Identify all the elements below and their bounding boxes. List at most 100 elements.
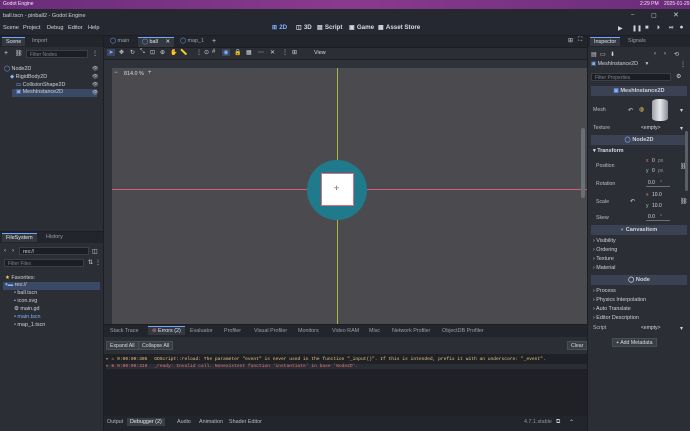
clear-button[interactable]: Clear: [567, 341, 588, 350]
revert-icon[interactable]: ↶: [628, 107, 633, 114]
copy-icon[interactable]: ⧉: [556, 419, 560, 426]
chevron-down-icon[interactable]: ▾: [680, 325, 683, 332]
tab-evaluator[interactable]: Evaluator: [186, 327, 217, 336]
section-auto-translate[interactable]: › Auto Translate: [593, 306, 631, 312]
tab-audio[interactable]: Audio: [177, 419, 191, 425]
fs-file-map1[interactable]: ▫ map_1.tscn: [14, 322, 45, 328]
tab-filesystem[interactable]: FileSystem: [2, 233, 37, 242]
position-y-value[interactable]: 0: [652, 168, 655, 174]
scene-tab-ball[interactable]: ◯ ball ✕: [138, 37, 174, 47]
play-scene-icon[interactable]: ⏵: [657, 25, 660, 32]
error-row[interactable]: ▸ ⚠ 0:00:00:305 GDScript::reload: The pa…: [106, 357, 546, 362]
menu-debug[interactable]: Debug: [47, 25, 63, 31]
move-tool-icon[interactable]: ✥: [119, 49, 124, 56]
tab-scene[interactable]: Scene: [2, 37, 26, 46]
object-menu-icon[interactable]: ⋮: [680, 61, 686, 68]
link-icon[interactable]: ⛓: [680, 198, 688, 205]
scale-tool-icon[interactable]: ⤡: [140, 49, 145, 56]
history-back-icon[interactable]: ‹: [654, 51, 656, 57]
smart-snap-icon[interactable]: ⊙: [204, 49, 209, 56]
tab-objectdb-profiler[interactable]: ObjectDB Profiler: [438, 327, 488, 336]
select-tool-icon[interactable]: ➤: [107, 49, 115, 56]
section-texture[interactable]: › Texture: [593, 256, 614, 262]
fs-file-main-gd[interactable]: ⚙ main.gd: [14, 306, 40, 312]
canvas-viewport[interactable]: − 814.0 % + ✛: [104, 60, 587, 324]
new-resource-icon[interactable]: ▤: [591, 51, 597, 58]
taskbar-app-label[interactable]: Godot Engine: [3, 1, 34, 7]
distraction-free-icon[interactable]: ⛶: [578, 37, 582, 44]
zoom-in-icon[interactable]: +: [148, 70, 152, 76]
fs-favorites[interactable]: ★ Favorites:: [5, 275, 35, 281]
filesystem-options-icon[interactable]: ⋮: [95, 259, 101, 266]
add-node-icon[interactable]: +: [4, 50, 8, 57]
mesh-cylinder-preview[interactable]: [652, 99, 668, 121]
mode-script-button[interactable]: ▤ Script: [317, 24, 342, 31]
position-x-value[interactable]: 0: [652, 158, 655, 164]
tab-animation[interactable]: Animation: [199, 419, 223, 425]
scene-tab-map1[interactable]: ◯ map_1: [176, 37, 208, 46]
tree-node-rigidbody2d[interactable]: ◆ RigidBody2D: [10, 74, 47, 80]
filter-nodes-input[interactable]: Filter Nodes: [26, 50, 88, 58]
open-resource-icon[interactable]: ▭: [600, 51, 606, 58]
close-icon[interactable]: ✕: [673, 11, 679, 19]
pivot-tool-icon[interactable]: ⊕: [160, 49, 165, 56]
tab-profiler[interactable]: Profiler: [220, 327, 245, 336]
back-arrow-icon[interactable]: ‹: [4, 248, 6, 254]
history-forward-icon[interactable]: ›: [664, 51, 666, 57]
add-scene-tab-icon[interactable]: +: [212, 38, 216, 45]
fs-file-ball[interactable]: ▫ ball.tscn: [14, 290, 37, 296]
tab-errors[interactable]: ⊗ Errors (2): [148, 326, 185, 335]
scene-tab-main[interactable]: ◯ main: [106, 37, 133, 46]
fs-root-folder[interactable]: ▾▬ res://: [3, 282, 100, 290]
collapse-all-button[interactable]: Collapse All: [138, 341, 174, 350]
zoom-out-icon[interactable]: −: [114, 70, 118, 76]
zoom-level[interactable]: 814.0 %: [124, 71, 144, 77]
tab-debugger[interactable]: Debugger (2): [127, 418, 165, 426]
tab-history[interactable]: History: [42, 233, 67, 242]
mode-3d-button[interactable]: ◫ 3D: [296, 24, 312, 31]
scale-y-value[interactable]: 10.0: [652, 203, 662, 209]
menu-editor[interactable]: Editor: [68, 25, 83, 31]
lock-icon[interactable]: 🔒: [234, 49, 241, 56]
tabs-menu-icon[interactable]: ⊞: [568, 37, 573, 44]
save-resource-icon[interactable]: ⬇: [610, 51, 615, 58]
group-icon[interactable]: ▦: [246, 49, 252, 56]
tab-network-profiler[interactable]: Network Profiler: [388, 327, 434, 336]
property-options-icon[interactable]: ⚙: [676, 73, 681, 80]
sort-icon[interactable]: ⇅: [88, 259, 93, 266]
snap-toggle-icon[interactable]: ◉: [222, 49, 230, 56]
link-icon[interactable]: ⛓: [15, 50, 23, 57]
chevron-down-icon[interactable]: ▾: [680, 107, 683, 114]
section-physics-interpolation[interactable]: › Physics Interpolation: [593, 297, 646, 303]
tab-import[interactable]: Import: [28, 37, 51, 46]
tab-signals[interactable]: Signals: [624, 37, 650, 46]
forward-arrow-icon[interactable]: ›: [12, 248, 14, 254]
tab-inspector[interactable]: Inspector: [590, 37, 621, 46]
expand-panel-icon[interactable]: ⌃: [569, 419, 574, 426]
ruler-tool-icon[interactable]: 📏: [180, 49, 187, 56]
tab-visual-profiler[interactable]: Visual Profiler: [250, 327, 291, 336]
selectable-tool-icon[interactable]: ⊡: [150, 49, 155, 56]
inspector-scrollbar[interactable]: [685, 131, 688, 191]
tree-node-collisionshape2d[interactable]: ▭ CollisionShape2D: [16, 82, 65, 88]
expand-all-button[interactable]: Expand All: [106, 341, 139, 350]
rotation-slider[interactable]: 0.0 °: [646, 180, 670, 187]
stop-icon[interactable]: ■: [645, 25, 649, 31]
play-icon[interactable]: ▶: [618, 25, 623, 32]
grid-snap-icon[interactable]: #: [212, 49, 215, 55]
pan-tool-icon[interactable]: ✋: [170, 49, 177, 56]
error-row[interactable]: ▸ ⊗ 0:00:00:319 _ready: Invalid call. No…: [106, 364, 587, 369]
visibility-eye-icon[interactable]: 👁: [92, 90, 98, 96]
filter-files-input[interactable]: Filter Files: [4, 259, 84, 267]
tree-node-meshinstance2d[interactable]: ▣ MeshInstance2D: [12, 89, 97, 97]
fs-file-main-tscn[interactable]: ▫ main.tscn: [14, 314, 41, 320]
pause-icon[interactable]: ❚❚: [632, 25, 642, 32]
snap-options-icon[interactable]: ⋮: [196, 49, 202, 56]
fs-file-icon-svg[interactable]: ▪ icon.svg: [14, 298, 37, 304]
movie-maker-icon[interactable]: ⏺: [680, 25, 683, 32]
play-custom-icon[interactable]: ⏯: [669, 25, 674, 32]
scale-x-value[interactable]: 10.0: [652, 192, 662, 198]
snap-config-icon[interactable]: ⋮: [282, 49, 288, 56]
texture-value[interactable]: <empty>: [641, 125, 660, 131]
menu-scene[interactable]: Scene: [3, 25, 19, 31]
